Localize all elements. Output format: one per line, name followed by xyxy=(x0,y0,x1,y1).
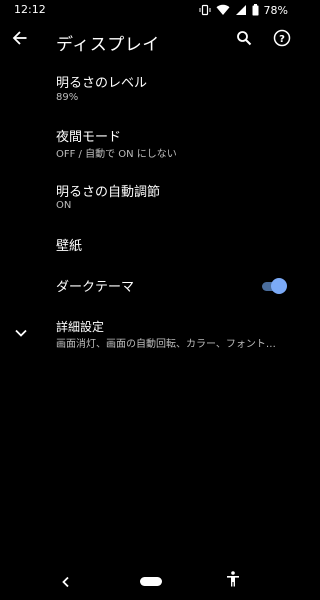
battery-icon xyxy=(252,4,259,16)
accessibility-button[interactable] xyxy=(224,571,242,591)
setting-title: 明るさのレベル xyxy=(56,76,148,91)
setting-advanced[interactable]: 詳細設定 画面消灯、画面の自動回転、カラー、フォント… xyxy=(0,312,300,356)
setting-summary: ON xyxy=(56,200,72,211)
setting-title: 明るさの自動調節 xyxy=(56,185,161,200)
setting-title: 夜間モード xyxy=(56,130,122,145)
dark-theme-toggle[interactable] xyxy=(260,277,287,295)
toggle-thumb xyxy=(271,278,287,294)
nav-back-icon xyxy=(61,573,71,592)
wifi-icon xyxy=(216,4,230,16)
setting-adaptive-brightness[interactable]: 明るさの自動調節 ON xyxy=(0,175,300,223)
nav-back-button[interactable] xyxy=(58,574,74,590)
vibrate-icon xyxy=(199,4,211,16)
back-arrow-icon xyxy=(12,30,28,50)
setting-summary: 画面消灯、画面の自動回転、カラー、フォント… xyxy=(56,339,276,350)
app-bar: ディスプレイ ? xyxy=(0,20,300,60)
search-button[interactable] xyxy=(232,28,256,52)
setting-dark-theme[interactable]: ダークテーマ xyxy=(0,268,300,304)
chevron-down-icon xyxy=(12,324,30,342)
battery-percent: 78% xyxy=(263,3,288,17)
setting-wallpaper[interactable]: 壁紙 xyxy=(0,228,300,264)
nav-home-pill[interactable] xyxy=(140,577,162,586)
status-bar: 12:12 78% xyxy=(0,0,300,20)
setting-brightness-level[interactable]: 明るさのレベル 89% xyxy=(0,66,300,114)
help-icon: ? xyxy=(273,29,291,51)
setting-summary: OFF / 自動で ON にしない xyxy=(56,149,177,160)
setting-night-light[interactable]: 夜間モード OFF / 自動で ON にしない xyxy=(0,120,300,168)
back-button[interactable] xyxy=(8,28,32,52)
status-time: 12:12 xyxy=(14,3,46,16)
setting-title: 詳細設定 xyxy=(56,320,105,334)
help-button[interactable]: ? xyxy=(270,28,294,52)
search-icon xyxy=(236,30,252,50)
accessibility-icon xyxy=(226,571,240,591)
page-title: ディスプレイ xyxy=(56,35,160,55)
signal-icon xyxy=(235,4,247,16)
svg-text:?: ? xyxy=(279,34,285,45)
status-icons: 78% xyxy=(199,2,288,18)
setting-title: ダークテーマ xyxy=(56,280,135,295)
setting-summary: 89% xyxy=(56,92,79,103)
setting-title: 壁紙 xyxy=(56,239,83,254)
navigation-bar xyxy=(0,566,300,600)
